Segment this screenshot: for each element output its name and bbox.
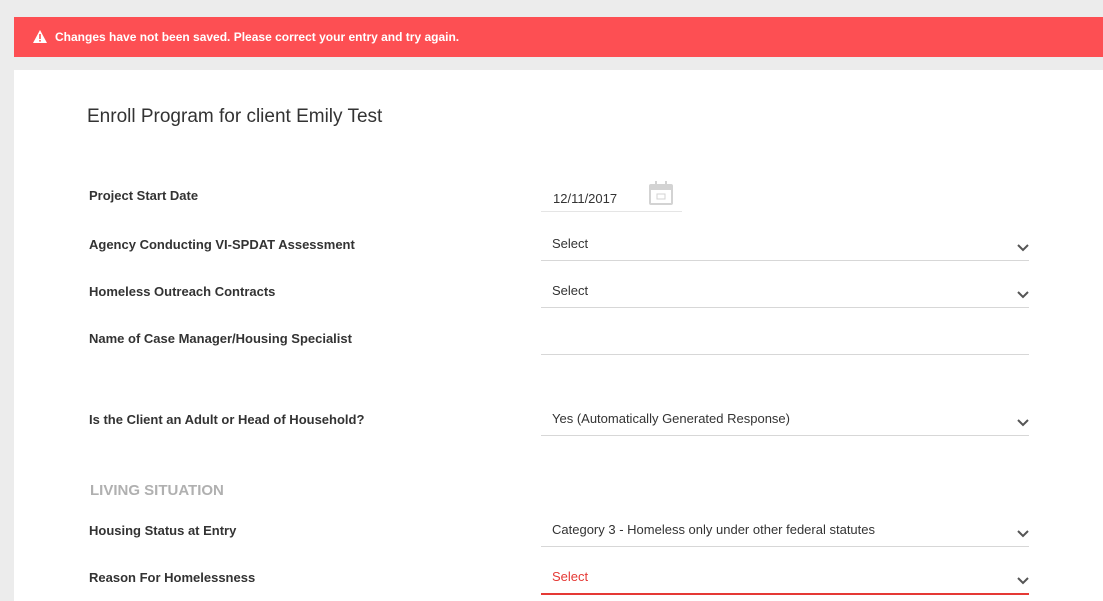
chevron-down-icon[interactable] (1017, 572, 1029, 585)
agency-vi-spdat-label: Agency Conducting VI-SPDAT Assessment (89, 237, 355, 252)
adult-head-household-label: Is the Client an Adult or Head of Househ… (89, 412, 365, 427)
calendar-icon[interactable] (649, 181, 673, 205)
chevron-down-icon[interactable] (1017, 414, 1029, 427)
project-start-date-field[interactable]: 12/11/2017 (541, 181, 682, 212)
homeless-outreach-label: Homeless Outreach Contracts (89, 284, 276, 299)
reason-homelessness-value: Select (552, 569, 589, 584)
warning-icon (33, 30, 49, 44)
chevron-down-icon[interactable] (1017, 286, 1029, 299)
adult-head-household-value: Yes (Automatically Generated Response) (552, 411, 790, 426)
alert-message: Changes have not been saved. Please corr… (55, 30, 460, 44)
housing-status-value: Category 3 - Homeless only under other f… (552, 522, 876, 537)
enrollment-form-card: Enroll Program for client Emily Test Pro… (14, 70, 1103, 601)
agency-vi-spdat-value: Select (552, 236, 589, 251)
project-start-date-label: Project Start Date (89, 188, 199, 203)
case-manager-label: Name of Case Manager/Housing Specialist (89, 331, 352, 346)
chevron-down-icon[interactable] (1017, 239, 1029, 252)
form-title: Enroll Program for client Emily Test (87, 106, 383, 127)
reason-homelessness-label: Reason For Homelessness (89, 570, 256, 585)
homeless-outreach-value: Select (552, 283, 589, 298)
homeless-outreach-select[interactable]: Select (541, 270, 1029, 308)
agency-vi-spdat-select[interactable]: Select (541, 223, 1029, 261)
error-alert-banner: Changes have not been saved. Please corr… (14, 17, 1103, 57)
page: Changes have not been saved. Please corr… (0, 0, 1103, 601)
living-situation-heading: LIVING SITUATION (90, 482, 224, 499)
chevron-down-icon[interactable] (1017, 525, 1029, 538)
case-manager-input[interactable] (541, 317, 1029, 355)
housing-status-label: Housing Status at Entry (89, 523, 237, 538)
adult-head-household-select[interactable]: Yes (Automatically Generated Response) (541, 398, 1029, 436)
project-start-date-value[interactable]: 12/11/2017 (553, 191, 617, 206)
reason-homelessness-select[interactable]: Select (541, 556, 1029, 595)
housing-status-select[interactable]: Category 3 - Homeless only under other f… (541, 509, 1029, 547)
